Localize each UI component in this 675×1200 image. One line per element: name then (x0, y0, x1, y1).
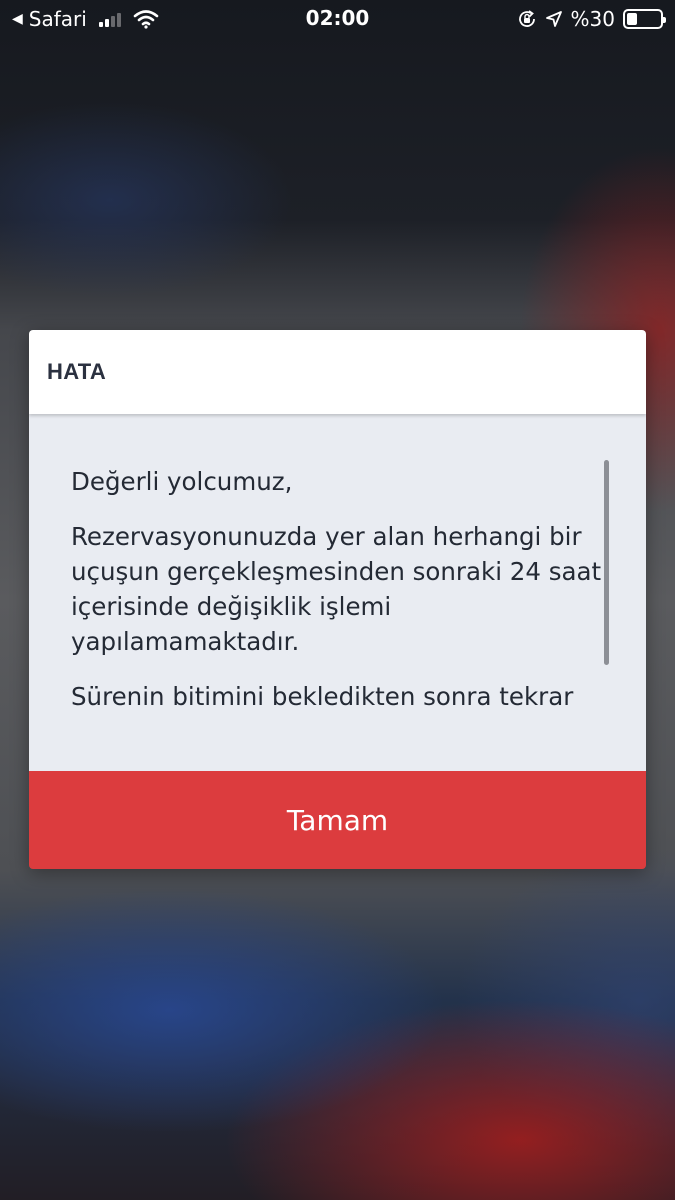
location-arrow-icon (545, 11, 562, 27)
rotation-lock-icon (518, 10, 535, 27)
dialog-scrollbar[interactable] (604, 460, 609, 665)
battery-level (627, 13, 637, 25)
error-dialog: HATA Değerli yolcumuz, Rezervasyonunuzda… (29, 330, 646, 869)
battery-percent: %30 (570, 7, 615, 31)
message-paragraph: Değerli yolcumuz, (71, 467, 293, 496)
dialog-header: HATA (29, 330, 646, 414)
dialog-body[interactable]: Değerli yolcumuz, Rezervasyonunuzda yer … (29, 414, 646, 771)
dialog-message: Değerli yolcumuz, Rezervasyonunuzda yer … (71, 464, 611, 734)
battery-icon (623, 9, 666, 29)
ok-button[interactable]: Tamam (29, 771, 646, 869)
message-paragraph: Rezervasyonunuzda yer alan herhangi bir … (71, 522, 602, 656)
status-bar: ◀ Safari 02:00 %30 (0, 0, 675, 38)
dialog-title: HATA (47, 359, 107, 384)
message-paragraph: Sürenin bitimini bekledikten sonra tekra… (71, 682, 574, 711)
